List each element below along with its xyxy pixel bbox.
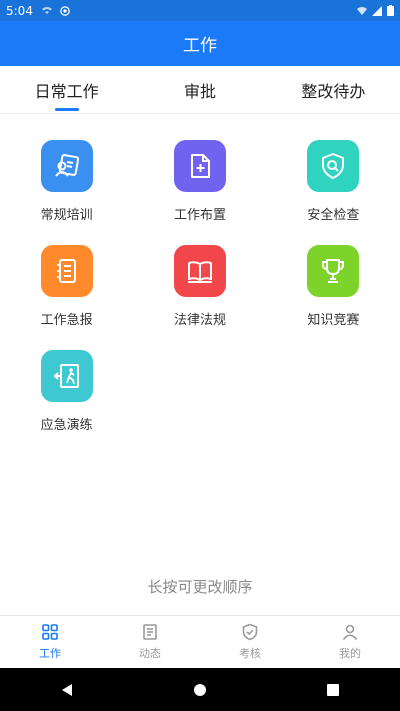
tab-label: 审批: [183, 81, 216, 101]
grid-item-routine-training[interactable]: 常规培训: [0, 140, 133, 223]
nav-label: 动态: [139, 647, 161, 660]
grid-item-label: 法律法规: [173, 313, 226, 328]
tab-rectification-todo[interactable]: 整改待办: [267, 66, 400, 113]
grid-item-safety-inspection[interactable]: 安全检查: [267, 140, 400, 223]
grid-item-label: 工作急报: [40, 313, 93, 328]
shield-search-icon: [307, 140, 360, 192]
status-time: 5:04: [6, 3, 33, 18]
notification-status-icon: [60, 5, 70, 16]
grid-item-label: 常规培训: [40, 208, 93, 223]
grid-item-emergency-drill[interactable]: 应急演练: [0, 350, 133, 433]
grid-item-knowledge-contest[interactable]: 知识竞赛: [267, 245, 400, 328]
grid-item-label: 安全检查: [307, 208, 360, 223]
person-icon: [342, 624, 358, 641]
wifi-status-icon: [41, 6, 52, 14]
grid-icon: [42, 624, 58, 640]
grid-item-label: 工作布置: [173, 208, 226, 223]
battery-icon: [387, 5, 394, 16]
home-icon[interactable]: [192, 682, 208, 698]
nav-label: 考核: [239, 647, 261, 660]
news-icon: [143, 624, 157, 640]
title-bar: 工作: [0, 21, 400, 66]
notebook-icon: [40, 245, 93, 297]
status-bar: 5:04: [0, 0, 400, 21]
add-document-icon: [173, 140, 226, 192]
nav-item-work[interactable]: 工作: [0, 616, 100, 668]
function-grid: 常规培训 工作布置 安全检查 工作急报 法律法规 知识竞赛 应急演练: [0, 140, 400, 433]
emergency-exit-icon: [40, 350, 93, 402]
tab-bar: 日常工作 审批 整改待办: [0, 66, 400, 114]
tab-approval[interactable]: 审批: [133, 66, 266, 113]
nav-label: 工作: [39, 647, 61, 660]
page-title: 工作: [183, 36, 217, 56]
grid-item-label: 知识竞赛: [307, 313, 360, 328]
signal-icon: [372, 5, 382, 16]
training-icon: [40, 140, 93, 192]
back-icon[interactable]: [59, 682, 75, 698]
nav-label: 我的: [339, 647, 361, 660]
tab-daily-work[interactable]: 日常工作: [0, 66, 133, 113]
trophy-icon: [307, 245, 360, 297]
grid-item-label: 应急演练: [40, 418, 93, 433]
tab-label: 整改待办: [301, 81, 366, 101]
recents-icon[interactable]: [325, 682, 341, 698]
nav-item-assessment[interactable]: 考核: [200, 616, 300, 668]
reorder-hint: 长按可更改顺序: [147, 578, 253, 596]
nav-item-mine[interactable]: 我的: [300, 616, 400, 668]
grid-item-laws-regulations[interactable]: 法律法规: [133, 245, 266, 328]
tab-label: 日常工作: [34, 81, 99, 101]
shield-check-icon: [242, 623, 258, 641]
grid-item-work-assignment[interactable]: 工作布置: [133, 140, 266, 223]
wifi-icon: [357, 6, 367, 15]
system-nav-bar: [0, 668, 400, 711]
book-icon: [173, 245, 226, 297]
grid-item-urgent-report[interactable]: 工作急报: [0, 245, 133, 328]
bottom-nav: 工作 动态 考核 我的: [0, 615, 400, 668]
nav-item-news[interactable]: 动态: [100, 616, 200, 668]
